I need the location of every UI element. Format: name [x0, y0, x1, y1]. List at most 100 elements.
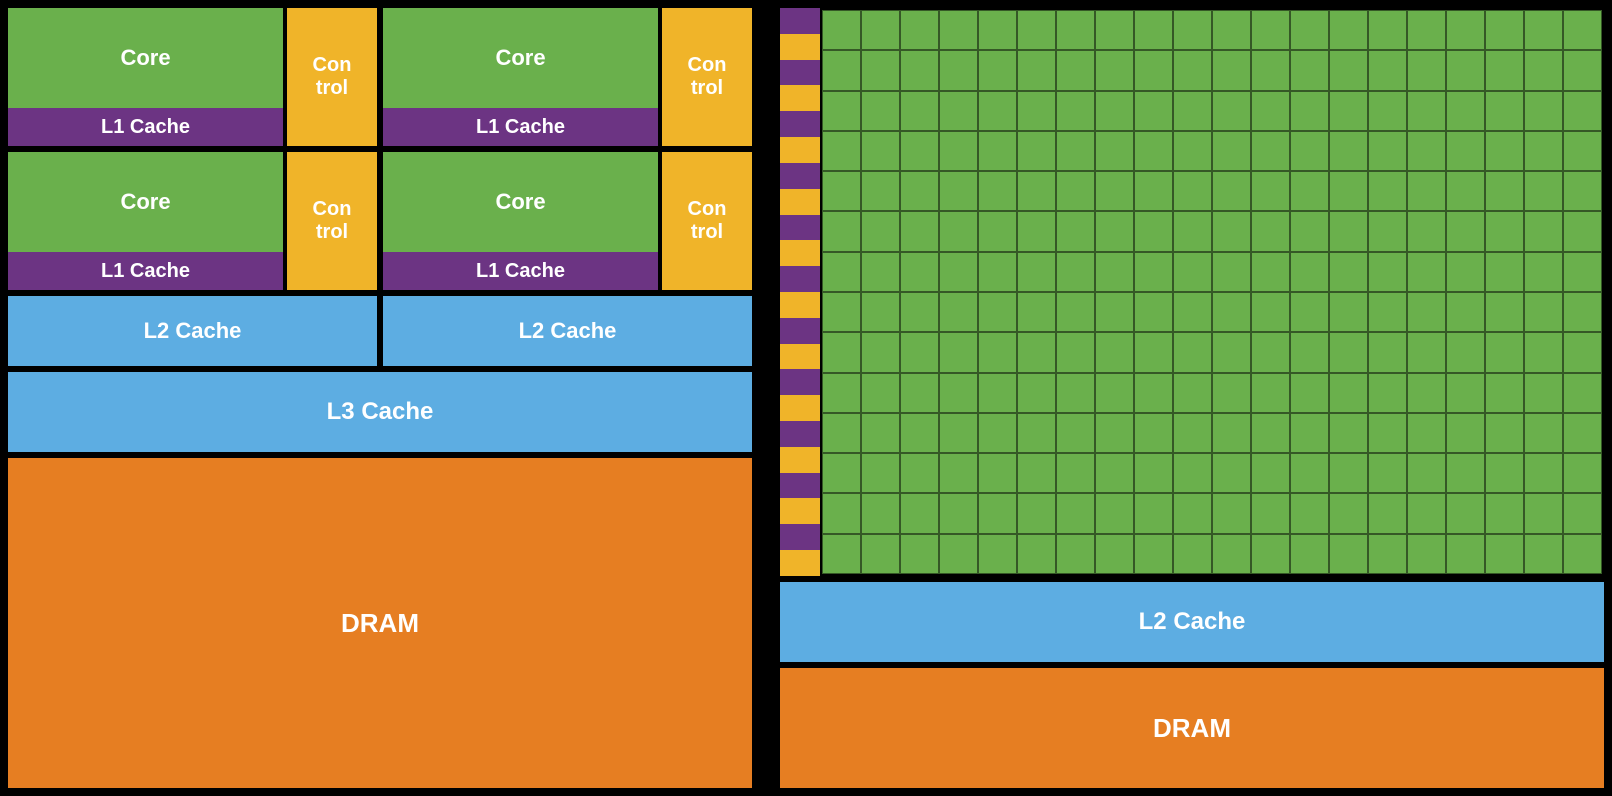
gpu-cell [1017, 292, 1056, 332]
center-divider [760, 0, 772, 796]
gpu-cell [1017, 10, 1056, 50]
gpu-cell [1095, 413, 1134, 453]
gpu-cell [1173, 50, 1212, 90]
gpu-cell [1368, 453, 1407, 493]
gpu-cell [1446, 252, 1485, 292]
gpu-cell [1056, 332, 1095, 372]
gpu-cell [978, 534, 1017, 574]
gpu-cell [1446, 534, 1485, 574]
gpu-cell [1095, 534, 1134, 574]
gpu-cell [1212, 292, 1251, 332]
gpu-cell [822, 332, 861, 372]
gpu-cell [1563, 10, 1602, 50]
gpu-cell [1134, 252, 1173, 292]
stripe-segment [780, 189, 820, 215]
gpu-cell [900, 413, 939, 453]
gpu-cell [1563, 453, 1602, 493]
gpu-cell [978, 493, 1017, 533]
gpu-cell [900, 211, 939, 251]
gpu-cell [1446, 373, 1485, 413]
gpu-cell [900, 453, 939, 493]
gpu-grid [820, 8, 1604, 576]
gpu-cell [1407, 413, 1446, 453]
gpu-cell [1017, 91, 1056, 131]
gpu-cell [1446, 413, 1485, 453]
gpu-cell [822, 91, 861, 131]
gpu-cell [1056, 10, 1095, 50]
gpu-cell [1095, 91, 1134, 131]
gpu-cell [1173, 373, 1212, 413]
gpu-cell [1251, 373, 1290, 413]
gpu-cell [1485, 413, 1524, 453]
l1-cache-bottom-left: L1 Cache [8, 252, 283, 290]
gpu-cell [1446, 171, 1485, 211]
gpu-cell [1524, 50, 1563, 90]
gpu-cell [978, 252, 1017, 292]
gpu-cell [1446, 332, 1485, 372]
gpu-cell [1173, 332, 1212, 372]
core-block-top-left: Core L1 Cache [8, 8, 283, 146]
gpu-cell [1329, 453, 1368, 493]
core-block-bottom-left: Core L1 Cache [8, 152, 283, 290]
gpu-cell [1368, 91, 1407, 131]
stripe-bar [780, 8, 820, 576]
gpu-cell [1173, 91, 1212, 131]
gpu-cell [1212, 534, 1251, 574]
gpu-cell [1563, 131, 1602, 171]
gpu-cell [822, 534, 861, 574]
gpu-cell [1017, 211, 1056, 251]
gpu-cell [822, 131, 861, 171]
gpu-cell [1212, 91, 1251, 131]
gpu-cell [1329, 493, 1368, 533]
gpu-cell [1173, 10, 1212, 50]
gpu-cell [1134, 373, 1173, 413]
gpu-cell [978, 413, 1017, 453]
gpu-cell [1251, 252, 1290, 292]
stripe-segment [780, 369, 820, 395]
gpu-cell [1446, 10, 1485, 50]
stripe-segment [780, 318, 820, 344]
gpu-cell [1524, 453, 1563, 493]
gpu-cell [1173, 292, 1212, 332]
gpu-cell [1212, 50, 1251, 90]
gpu-cell [1095, 171, 1134, 211]
gpu-cell [900, 332, 939, 372]
gpu-cell [1017, 493, 1056, 533]
gpu-cell [900, 10, 939, 50]
gpu-cell [1485, 252, 1524, 292]
gpu-cell [1524, 91, 1563, 131]
gpu-cell [1329, 332, 1368, 372]
gpu-cell [1329, 50, 1368, 90]
gpu-cell [1173, 252, 1212, 292]
stripe-segment [780, 292, 820, 318]
gpu-cell [1485, 332, 1524, 372]
gpu-cell [1524, 373, 1563, 413]
gpu-cell [1212, 413, 1251, 453]
gpu-cell [1563, 171, 1602, 211]
gpu-cell [1524, 171, 1563, 211]
gpu-cell [1329, 10, 1368, 50]
gpu-cell [900, 50, 939, 90]
gpu-cores-area [780, 8, 1604, 576]
gpu-cell [1173, 493, 1212, 533]
gpu-cell [978, 171, 1017, 211]
gpu-cell [1056, 493, 1095, 533]
gpu-l2-cache: L2 Cache [780, 582, 1604, 662]
gpu-cell [1368, 292, 1407, 332]
gpu-cell [861, 332, 900, 372]
gpu-cell [1212, 252, 1251, 292]
gpu-cell [1563, 252, 1602, 292]
gpu-cell [1095, 493, 1134, 533]
gpu-cell [1329, 171, 1368, 211]
gpu-cell [822, 50, 861, 90]
stripe-segment [780, 60, 820, 86]
gpu-cell [1485, 10, 1524, 50]
gpu-cell [1329, 292, 1368, 332]
gpu-cell [1563, 332, 1602, 372]
cpu-core-group-bottom-left: Core L1 Cache Control [8, 152, 377, 290]
gpu-cell [1368, 332, 1407, 372]
gpu-cell [978, 292, 1017, 332]
gpu-cell [1251, 211, 1290, 251]
gpu-cell [939, 292, 978, 332]
gpu-cell [978, 332, 1017, 372]
